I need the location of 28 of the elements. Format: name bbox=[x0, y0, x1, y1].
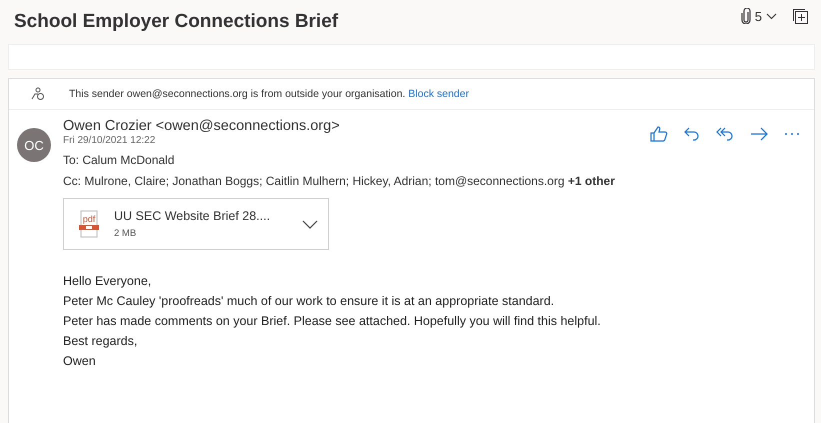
block-sender-link[interactable]: Block sender bbox=[408, 88, 469, 100]
attachment-size: 2 MB bbox=[114, 228, 138, 239]
body-line: Owen bbox=[63, 353, 97, 370]
chevron-down-icon[interactable] bbox=[302, 220, 318, 228]
forward-icon[interactable] bbox=[750, 127, 768, 141]
chevron-down-icon[interactable] bbox=[766, 12, 777, 20]
reply-icon[interactable] bbox=[684, 127, 700, 141]
cc-recipients: Cc: Mulrone, Claire; Jonathan Boggs; Caitlin Mulhern; Hickey, Adrian; tom@seconnections.org +1 other bbox=[63, 174, 616, 188]
expand-icon[interactable] bbox=[793, 8, 808, 24]
thumbs-up-icon[interactable] bbox=[650, 126, 668, 142]
sender[interactable]: Owen Crozier <owen@seconnections.org> bbox=[63, 118, 340, 134]
attachment-card[interactable]: pdf UU SEC Website Brief 28.... 2 MB bbox=[63, 198, 329, 250]
body-line: Peter has made comments on your Brief. Please see attached. Hopefully you will find this helpful. bbox=[63, 313, 602, 330]
attachment-count[interactable]: 5 bbox=[754, 8, 762, 24]
date: Fri 29/10/2021 12:22 bbox=[63, 135, 156, 146]
external-sender-warning: This sender owen@seconnections.org is from outside your organisation. Block sender bbox=[69, 88, 469, 100]
body-line: Hello Everyone, bbox=[63, 273, 152, 290]
to-recipients: To: Calum McDonald bbox=[63, 153, 176, 167]
attachment-name: UU SEC Website Brief 28.... bbox=[114, 209, 272, 223]
avatar: OC bbox=[17, 128, 51, 162]
people-icon bbox=[31, 87, 45, 101]
body-line: Best regards, bbox=[63, 333, 138, 350]
reply-all-icon[interactable] bbox=[716, 127, 734, 141]
paperclip-icon[interactable] bbox=[740, 8, 751, 24]
pdf-file-icon: pdf bbox=[78, 210, 100, 238]
more-icon[interactable] bbox=[784, 132, 800, 136]
body-line: Peter Mc Cauley 'proofreads' much of our work to ensure it is at an appropriate standard. bbox=[63, 293, 556, 310]
email-subject: School Employer Connections Brief bbox=[14, 11, 338, 33]
